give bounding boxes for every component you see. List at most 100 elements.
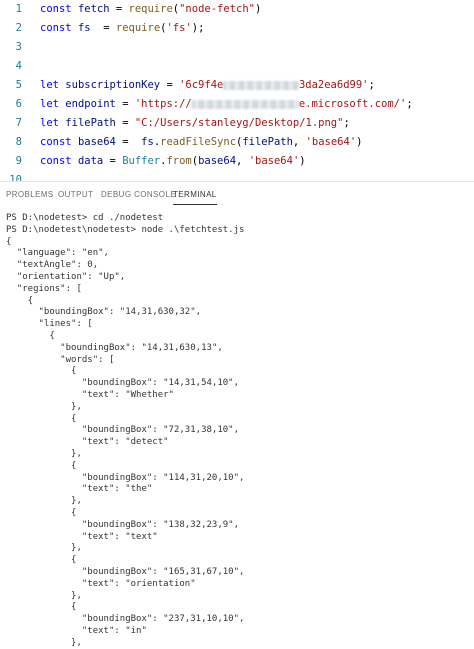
- terminal-line: "boundingBox": "237,31,10,10",: [6, 614, 245, 625]
- code-line[interactable]: 9 const data = Buffer.from(base64, 'base6…: [0, 152, 474, 171]
- code-line[interactable]: 1 const fetch = require("node-fetch"): [0, 0, 474, 19]
- terminal-line: "boundingBox": "14,31,54,10",: [6, 378, 239, 389]
- code-token: data: [77, 155, 104, 167]
- code-line[interactable]: 7 let filePath = "C:/Users/stanleyg/Deskt…: [0, 114, 474, 133]
- tab-output[interactable]: OUTPUT: [58, 182, 93, 208]
- code-token: const: [40, 22, 78, 34]
- redacted-text: [191, 99, 299, 109]
- code-text: const fetch = require("node-fetch"): [40, 0, 261, 19]
- code-token: ): [254, 3, 262, 15]
- terminal-line: {: [6, 366, 77, 377]
- code-token: let: [40, 98, 66, 110]
- terminal-line: "text": "in": [6, 626, 147, 636]
- terminal-line: "text": "Whether": [6, 390, 174, 400]
- line-number: 3: [15, 41, 22, 53]
- line-number: 4: [15, 60, 22, 72]
- code-token: =: [109, 3, 129, 15]
- code-token: fs: [77, 22, 91, 34]
- code-token: =: [115, 98, 135, 110]
- bottom-panel: PROBLEMS OUTPUT DEBUG CONSOLE TERMINAL P…: [0, 181, 474, 648]
- code-token: from: [166, 155, 192, 167]
- code-token: '6c9f4e: [179, 79, 224, 91]
- code-token: =: [160, 79, 180, 91]
- terminal-line: "boundingBox": "14,31,630,32",: [6, 307, 202, 318]
- terminal-line: "lines": [: [6, 319, 93, 330]
- code-token: ,: [236, 155, 249, 167]
- terminal-line: "text": "the": [6, 484, 153, 495]
- code-token: =: [115, 117, 135, 129]
- code-text: const fs = require('fs');: [40, 19, 204, 38]
- terminal-line: "boundingBox": "165,31,67,10",: [6, 567, 245, 577]
- terminal-line: },: [6, 401, 82, 412]
- terminal-line: PS D:\nodetest> cd ./nodetest: [6, 213, 164, 223]
- line-number: 9: [15, 155, 22, 167]
- line-number: 1: [15, 3, 22, 15]
- terminal-line: "text": "text": [6, 531, 158, 542]
- redacted-text: [223, 80, 299, 90]
- code-line[interactable]: 5 let subscriptionKey = '6c9f4e 3da2ea6d99…: [0, 76, 474, 95]
- code-token: =: [103, 155, 123, 167]
- code-token: );: [191, 22, 205, 34]
- code-token: ;: [406, 98, 413, 110]
- code-token: require: [128, 3, 173, 15]
- code-token: =: [115, 136, 142, 148]
- line-number: 10: [9, 174, 22, 181]
- terminal-line: {: [6, 413, 77, 424]
- code-line[interactable]: 3: [0, 38, 474, 57]
- code-token: "C:/Users/stanleyg/Desktop/1.png": [134, 117, 344, 129]
- terminal-line: {: [6, 295, 34, 306]
- code-token: filePath: [65, 117, 116, 129]
- terminal-line: {: [6, 602, 77, 613]
- terminal-line: },: [6, 543, 82, 554]
- line-number: 6: [15, 98, 22, 110]
- code-line[interactable]: 10: [0, 171, 474, 181]
- code-token: const: [40, 3, 78, 15]
- code-editor[interactable]: 1 const fetch = require("node-fetch") 2 con…: [0, 0, 474, 181]
- code-token: ): [356, 136, 363, 148]
- terminal-line: "text": "detect": [6, 437, 169, 448]
- terminal-line: "language": "en",: [6, 248, 109, 259]
- code-line[interactable]: 4: [0, 57, 474, 76]
- code-token: fetch: [77, 3, 110, 15]
- panel-tab-bar: PROBLEMS OUTPUT DEBUG CONSOLE TERMINAL: [0, 182, 474, 208]
- code-token: 'base64': [248, 155, 300, 167]
- code-line[interactable]: 8 const base64 = fs.readFileSync(filePath…: [0, 133, 474, 152]
- code-text: let subscriptionKey = '6c9f4e 3da2ea6d99'…: [40, 76, 375, 95]
- code-token: fs: [141, 136, 154, 148]
- code-token: ): [299, 155, 306, 167]
- line-number: 2: [15, 22, 22, 34]
- terminal-line: PS D:\nodetest\nodetest> node .\fetchtes…: [6, 224, 245, 235]
- code-token: let: [40, 117, 66, 129]
- terminal-line: },: [6, 637, 82, 648]
- line-number: 5: [15, 79, 22, 91]
- terminal-line: "boundingBox": "72,31,38,10",: [6, 425, 239, 436]
- terminal-line: {: [6, 460, 77, 471]
- terminal-line: "words": [: [6, 354, 115, 365]
- code-token: subscriptionKey: [65, 79, 161, 91]
- code-token: base64: [77, 136, 116, 148]
- tab-problems[interactable]: PROBLEMS: [6, 182, 54, 208]
- terminal-line: "boundingBox": "138,32,23,9",: [6, 519, 239, 530]
- terminal-line: {: [6, 331, 55, 341]
- code-token: require: [115, 22, 161, 34]
- code-token: endpoint: [65, 98, 116, 110]
- code-token: ,: [292, 136, 306, 148]
- code-token: let: [40, 79, 66, 91]
- code-token: const: [40, 155, 78, 167]
- code-line[interactable]: 2 const fs = require('fs');: [0, 19, 474, 38]
- terminal-line: "text": "orientation": [6, 578, 196, 589]
- terminal-line: "boundingBox": "14,31,630,13",: [6, 342, 223, 353]
- terminal-line: },: [6, 496, 82, 507]
- code-token: ;: [343, 117, 350, 129]
- terminal-line: "textAngle": 0,: [6, 260, 99, 271]
- terminal-line: "boundingBox": "114,31,20,10",: [6, 472, 245, 483]
- code-token: e.microsoft.com/': [298, 98, 407, 110]
- tab-debug-console[interactable]: DEBUG CONSOLE: [101, 182, 176, 208]
- tab-terminal[interactable]: TERMINAL: [173, 182, 217, 208]
- line-number: 7: [15, 117, 22, 129]
- terminal-line: },: [6, 590, 82, 601]
- code-token: 3da2ea6d99': [298, 79, 369, 91]
- code-line[interactable]: 6 let endpoint = 'https:// e.microsoft.com…: [0, 95, 474, 114]
- terminal-line: {: [6, 555, 77, 566]
- code-token: base64: [198, 155, 237, 167]
